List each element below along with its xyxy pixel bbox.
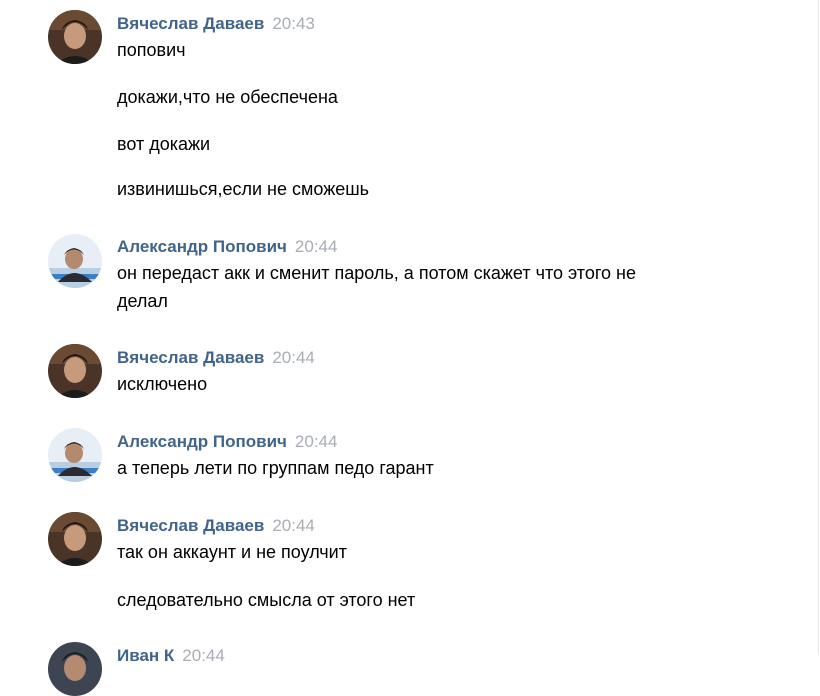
message-time[interactable]: 20:44 <box>272 348 315 367</box>
avatar-photo-icon <box>48 344 102 398</box>
message-text: исключено <box>117 374 208 394</box>
message-author[interactable]: Вячеслав Даваев <box>117 516 264 535</box>
message-text: он передаст акк и сменит пароль, а потом… <box>117 263 636 283</box>
message-text: следовательно смысла от этого нет <box>117 590 416 610</box>
message-text: а теперь лети по группам педо гарант <box>117 458 434 478</box>
message-author[interactable]: Александр Попович <box>117 237 287 256</box>
message-time[interactable]: 20:44 <box>182 646 225 665</box>
message-author[interactable]: Александр Попович <box>117 432 287 451</box>
avatar-photo-icon <box>48 512 102 566</box>
message-time[interactable]: 20:43 <box>272 14 315 33</box>
avatar-photo-icon <box>48 642 102 696</box>
avatar-photo-icon <box>48 10 102 64</box>
message-time[interactable]: 20:44 <box>295 237 338 256</box>
avatar-photo-icon <box>48 234 102 288</box>
message-text: попович <box>117 40 186 60</box>
avatar[interactable] <box>48 642 102 696</box>
avatar[interactable] <box>48 344 102 398</box>
message-text: делал <box>117 291 168 311</box>
message-time[interactable]: 20:44 <box>272 516 315 535</box>
message-author[interactable]: Иван К <box>117 646 174 665</box>
message-text: извинишься,если не сможешь <box>117 179 370 199</box>
avatar-photo-icon <box>48 428 102 482</box>
scroll-divider <box>818 0 819 653</box>
message-text: докажи,что не обеспечена <box>117 87 338 107</box>
message-text: вот докажи <box>117 134 211 154</box>
avatar[interactable] <box>48 428 102 482</box>
message-author[interactable]: Вячеслав Даваев <box>117 348 264 367</box>
avatar[interactable] <box>48 234 102 288</box>
message-time[interactable]: 20:44 <box>295 432 338 451</box>
message-text: так он аккаунт и не поулчит <box>117 542 347 562</box>
avatar[interactable] <box>48 10 102 64</box>
message-author[interactable]: Вячеслав Даваев <box>117 14 264 33</box>
avatar[interactable] <box>48 512 102 566</box>
